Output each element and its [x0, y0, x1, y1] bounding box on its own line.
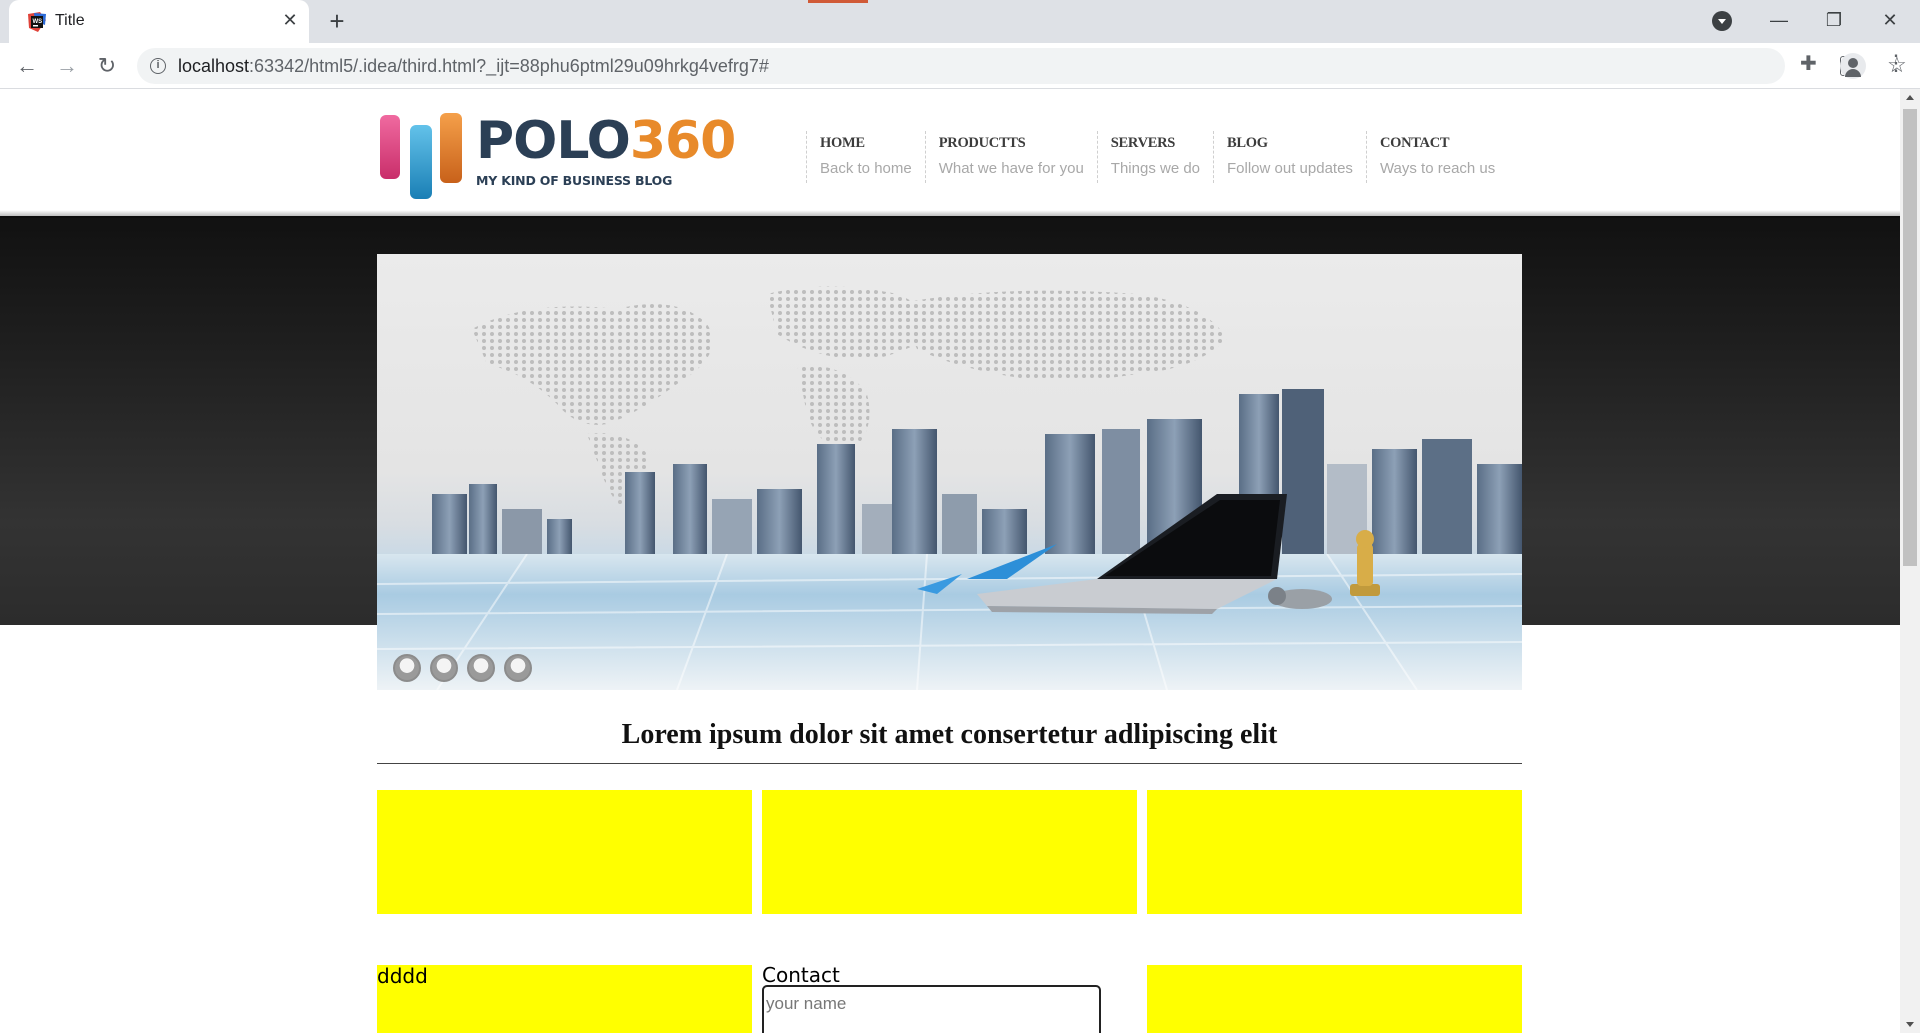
nav-subtitle: What we have for you: [938, 160, 1084, 177]
lower-box-1: dddd: [377, 965, 752, 1033]
minimize-button[interactable]: —: [1751, 4, 1807, 36]
nav-subtitle: Ways to reach us: [1379, 160, 1496, 177]
back-arrow-icon[interactable]: ←: [12, 51, 42, 81]
lower-box-text: dddd: [377, 964, 428, 988]
logo-pink-bar: [380, 115, 400, 179]
nav-item-home[interactable]: HOME Back to home: [806, 131, 925, 183]
logo-tagline: MY KIND OF BUSINESS BLOG: [476, 173, 673, 188]
close-window-button[interactable]: ✕: [1862, 4, 1918, 36]
nav-subtitle: Follow out updates: [1227, 160, 1353, 177]
nav-item-products[interactable]: PRODUCTTS What we have for you: [924, 131, 1097, 183]
name-input[interactable]: [762, 985, 1101, 1033]
logo-wordmark: POLO360: [476, 111, 736, 171]
url-text[interactable]: localhost:63342/html5/.idea/third.html?_…: [178, 56, 769, 77]
reload-icon[interactable]: ↻: [92, 51, 122, 81]
profile-icon[interactable]: [1840, 53, 1866, 79]
feature-box-1: [377, 790, 752, 914]
info-icon[interactable]: i: [150, 58, 166, 74]
nav-title: BLOG: [1227, 135, 1268, 151]
city-skyline-banner-image: [377, 286, 1522, 690]
svg-text:WS: WS: [33, 19, 43, 25]
contact-label: Contact: [762, 963, 840, 987]
lower-box-3: [1147, 965, 1522, 1033]
tab-strip: WS Title ✕ + — ❐ ✕: [0, 0, 1920, 43]
kebab-menu-icon[interactable]: ⋮: [1885, 50, 1907, 76]
browser-tab[interactable]: WS Title ✕: [9, 0, 309, 43]
logo-blue-bar: [410, 125, 432, 199]
nav-item-blog[interactable]: BLOG Follow out updates: [1213, 131, 1366, 183]
slider-dot-3[interactable]: [467, 654, 495, 682]
slider-dot-1[interactable]: [393, 654, 421, 682]
restore-button[interactable]: ❐: [1806, 4, 1862, 36]
tab-close-icon[interactable]: ✕: [279, 9, 301, 31]
nav-subtitle: Back to home: [820, 160, 912, 177]
site-logo[interactable]: POLO360 MY KIND OF BUSINESS BLOG: [378, 103, 736, 199]
main-navigation: HOME Back to home PRODUCTTS What we have…: [806, 131, 1508, 187]
scroll-up-arrow-icon[interactable]: [1906, 95, 1914, 100]
slider-dot-2[interactable]: [430, 654, 458, 682]
browser-toolbar: ← → ↻ i localhost:63342/html5/.idea/thir…: [0, 43, 1920, 89]
slider-dot-4[interactable]: [504, 654, 532, 682]
hero-slider: [377, 254, 1522, 690]
new-tab-plus-icon[interactable]: +: [323, 7, 351, 35]
headline-divider: [377, 763, 1522, 764]
nav-item-contact[interactable]: CONTACT Ways to reach us: [1365, 131, 1508, 183]
page-scrollbar[interactable]: [1900, 89, 1920, 1033]
page-headline: Lorem ipsum dolor sit amet consertetur a…: [621, 719, 1278, 750]
loading-indicator: [808, 0, 868, 3]
nav-title: PRODUCTTS: [938, 135, 1026, 151]
feature-box-3: [1147, 790, 1522, 914]
nav-title: HOME: [820, 135, 865, 151]
feature-box-2: [762, 790, 1137, 914]
page-viewport: POLO360 MY KIND OF BUSINESS BLOG HOME Ba…: [0, 89, 1900, 1033]
scroll-down-arrow-icon[interactable]: [1906, 1022, 1914, 1027]
scroll-thumb[interactable]: [1903, 109, 1917, 566]
forward-arrow-icon[interactable]: →: [52, 51, 82, 81]
logo-orange-bar: [440, 113, 462, 183]
nav-subtitle: Things we do: [1110, 160, 1201, 177]
address-bar[interactable]: i localhost:63342/html5/.idea/third.html…: [137, 48, 1907, 84]
nav-item-servers[interactable]: SERVERS Things we do: [1096, 131, 1213, 183]
tab-search-icon[interactable]: [1712, 11, 1732, 31]
puzzle-icon[interactable]: ✚: [1800, 51, 1817, 76]
nav-title: CONTACT: [1379, 135, 1450, 151]
nav-title: SERVERS: [1110, 135, 1176, 151]
tab-title: Title: [55, 12, 85, 29]
webstorm-favicon-icon: WS: [28, 12, 46, 32]
